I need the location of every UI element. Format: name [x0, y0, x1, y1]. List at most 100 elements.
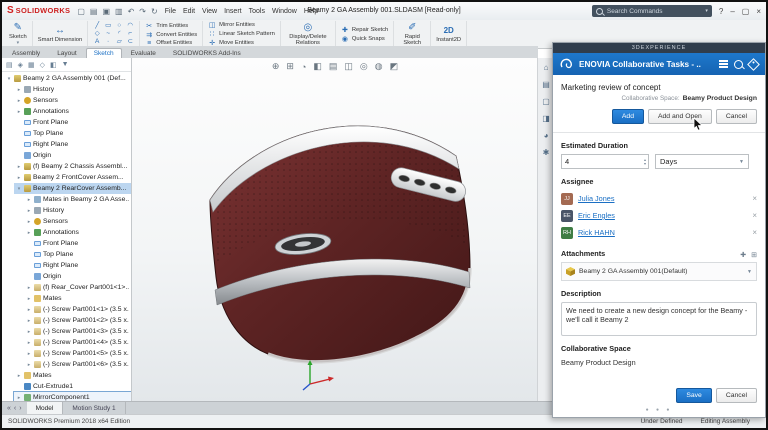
menu-item[interactable]: View [202, 8, 217, 15]
remove-assignee-icon[interactable]: × [752, 211, 757, 220]
expand-arrow-icon[interactable]: ▸ [26, 340, 32, 346]
expand-arrow-icon[interactable]: ▸ [16, 164, 22, 170]
slot-icon[interactable]: ⊂ [125, 38, 135, 46]
attachment-item[interactable]: Beamy 2 GA Assembly 001(Default) ▼ [561, 262, 757, 281]
expand-arrow-icon[interactable]: ▸ [16, 175, 22, 181]
add-button[interactable]: Add [612, 109, 644, 124]
tree-item[interactable]: ▸ Mates [2, 370, 131, 381]
tree-item[interactable]: Front Plane [2, 238, 131, 249]
expand-arrow-icon[interactable]: ▸ [26, 230, 32, 236]
tree-item[interactable]: ▸ Mates [2, 293, 131, 304]
sketch-button[interactable]: ✎ Sketch ▾ [4, 21, 33, 47]
help-button[interactable]: ? [719, 7, 723, 16]
graphics-viewport[interactable]: ⊕⊞◔◧▤◫◎◍◩ [132, 58, 538, 402]
tree-item[interactable]: Right Plane [2, 260, 131, 271]
tree-item[interactable]: ▸ Sensors [2, 95, 131, 106]
undo-icon[interactable]: ↶ [128, 7, 135, 16]
section-view-icon[interactable]: ◧ [313, 61, 322, 72]
tree-item[interactable]: ▸ Beamy 2 FrontCover Assem... [2, 172, 131, 183]
quick-snaps-button[interactable]: ◉ Quick Snaps [341, 35, 388, 43]
tree-item[interactable]: Front Plane [2, 117, 131, 128]
description-field[interactable]: We need to create a new design concept f… [561, 302, 757, 336]
expand-arrow-icon[interactable]: ▸ [26, 197, 32, 203]
tree-item[interactable]: ▸ Sensors [2, 216, 131, 227]
model-3d[interactable] [168, 72, 498, 377]
dimxpert-icon[interactable]: ◇ [40, 61, 45, 69]
filter-icon[interactable]: ▼ [62, 61, 69, 68]
tree-item[interactable]: ▸ (f) Rear_Cover Part001<1>... [2, 282, 131, 293]
instant2d-button[interactable]: 2D Instant2D [431, 21, 467, 47]
panel-window-title[interactable]: 3DEXPERIENCE [553, 43, 765, 53]
tree-item[interactable]: Top Plane [2, 128, 131, 139]
ribbon-tab[interactable]: Assembly [4, 48, 48, 58]
assignee-link[interactable]: Eric Engles [578, 211, 747, 220]
previous-view-icon[interactable]: ◔ [301, 62, 306, 72]
expand-arrow-icon[interactable]: ▸ [26, 296, 32, 302]
chevron-down-icon[interactable]: ▼ [747, 269, 752, 275]
tree-item[interactable]: ▾ Beamy 2 GA Assembly 001 (Def... [2, 73, 131, 84]
tree-item[interactable]: ▸ (-) Screw Part001<4> (3.5 x... [2, 337, 131, 348]
expand-arrow-icon[interactable]: ▸ [16, 98, 22, 104]
tree-item[interactable]: Top Plane [2, 249, 131, 260]
scene-icon[interactable]: ◩ [390, 61, 399, 72]
expand-arrow-icon[interactable]: ▾ [6, 76, 12, 82]
circle-icon[interactable]: ○ [114, 22, 124, 30]
assignee-link[interactable]: Julia Jones [578, 194, 747, 203]
expand-arrow-icon[interactable]: ▸ [16, 395, 22, 401]
hamburger-menu-icon[interactable] [719, 60, 728, 68]
expand-arrow-icon[interactable]: ▸ [16, 109, 22, 115]
tree-item[interactable]: ▾ Beamy 2 RearCover Assemb... [2, 183, 131, 194]
remove-assignee-icon[interactable]: × [752, 228, 757, 237]
display-style-icon[interactable]: ◫ [344, 61, 353, 72]
cancel-button[interactable]: Cancel [716, 388, 757, 403]
next-icon[interactable]: › [19, 405, 21, 412]
ribbon-tab[interactable]: SOLIDWORKS Add-Ins [165, 48, 249, 58]
tree-item[interactable]: ▸ Annotations [2, 106, 131, 117]
assignee-link[interactable]: Rick HAHN [578, 228, 747, 237]
arc-icon[interactable]: ◠ [125, 22, 135, 30]
chevron-down-icon[interactable]: ▾ [705, 8, 708, 14]
tree-item[interactable]: Origin [2, 271, 131, 282]
displaymanager-icon[interactable]: ◧ [50, 61, 57, 69]
tree-item[interactable]: ▸ Annotations [2, 227, 131, 238]
open-file-icon[interactable]: ▤ [90, 7, 98, 16]
expand-arrow-icon[interactable]: ▸ [26, 285, 32, 291]
rewind-icon[interactable]: « [7, 405, 11, 412]
file-explorer-icon[interactable]: ▢ [542, 97, 550, 106]
tree-item[interactable]: ▸ (-) Screw Part001<1> (3.5 x... [2, 304, 131, 315]
display-delete-relations-button[interactable]: ◎ Display/Delete Relations [281, 21, 336, 47]
menu-item[interactable]: Tools [249, 8, 265, 15]
minimize-button[interactable]: – [730, 7, 734, 16]
expand-arrow-icon[interactable]: ▸ [26, 219, 32, 225]
zoom-fit-icon[interactable]: ⊕ [272, 61, 280, 72]
spinner-icons[interactable]: ▴▾ [644, 158, 648, 166]
menu-item[interactable]: Window [272, 8, 297, 15]
tree-item[interactable]: ▸ History [2, 205, 131, 216]
tree-item[interactable]: Right Plane [2, 139, 131, 150]
print-icon[interactable]: ▥ [115, 7, 123, 16]
featuremanager-icon[interactable]: ▤ [6, 61, 13, 69]
cancel-add-button[interactable]: Cancel [716, 109, 757, 124]
redo-icon[interactable]: ↷ [139, 7, 146, 16]
trim-entities-button[interactable]: ✂ Trim Entities [145, 22, 197, 30]
tree-item[interactable]: ▸ (f) Beamy 2 Chassis Assembl... [2, 161, 131, 172]
mirror-entities-button[interactable]: ◫ Mirror Entities [208, 21, 275, 29]
tree-item[interactable]: ▸ History [2, 84, 131, 95]
close-button[interactable]: × [756, 7, 761, 16]
restore-button[interactable]: ▢ [742, 7, 750, 16]
expand-arrow-icon[interactable]: ▸ [26, 307, 32, 313]
design-library-icon[interactable]: ▤ [542, 80, 550, 89]
menu-item[interactable]: Insert [224, 8, 242, 15]
tree-item[interactable]: ▸ (-) Screw Part001<2> (3.5 x... [2, 315, 131, 326]
tree-item[interactable]: ▸ Mates in Beamy 2 GA Asse... [2, 194, 131, 205]
page-dots[interactable]: ● ● ● [561, 407, 757, 413]
appearance-icon[interactable]: ◍ [375, 61, 383, 72]
smart-dimension-button[interactable]: ↔ Smart Dimension [33, 21, 88, 47]
text-icon[interactable]: A [92, 38, 102, 46]
view-palette-icon[interactable]: ◨ [542, 114, 550, 123]
convert-entities-button[interactable]: ⇉ Convert Entities [145, 31, 197, 39]
expand-arrow-icon[interactable]: ▸ [26, 318, 32, 324]
ribbon-tab[interactable]: Evaluate [123, 48, 164, 58]
tree-item[interactable]: ▸ (-) Screw Part001<6> (3.5 x... [2, 359, 131, 370]
chevron-down-icon[interactable]: ▾ [17, 41, 20, 45]
